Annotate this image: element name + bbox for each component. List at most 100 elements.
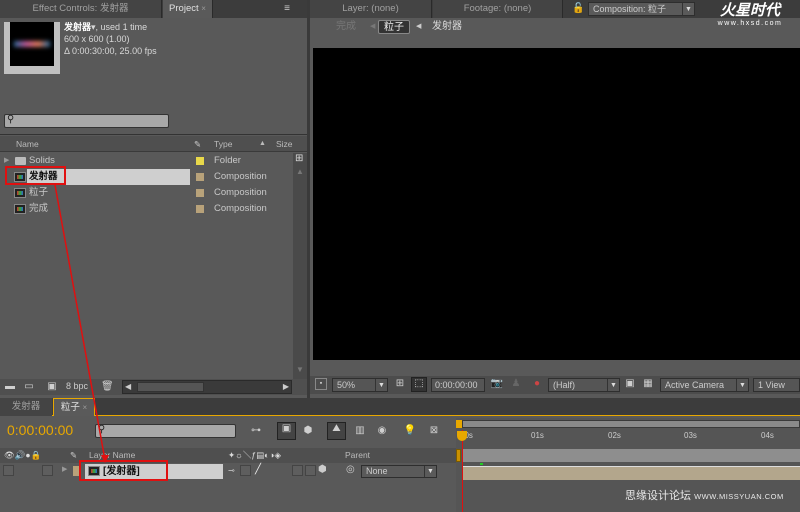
- camera-view-dropdown[interactable]: Active Camera ▼: [660, 378, 749, 392]
- panel-menu-icon[interactable]: ≡: [280, 3, 294, 15]
- frame-blending-icon[interactable]: ▥: [352, 425, 368, 437]
- watermark-url: WWW.MISSYUAN.COM: [694, 492, 784, 501]
- scroll-up-icon[interactable]: ▲: [296, 167, 304, 176]
- project-search-input[interactable]: ⚲: [4, 114, 169, 128]
- transparency-grid-icon[interactable]: ▦: [642, 378, 654, 390]
- layer-column-header: 👁🔊●🔒 ✎ Layer Name ✦☼＼ƒ▤◐◑◈ Parent: [0, 448, 456, 463]
- close-icon[interactable]: ×: [82, 403, 87, 412]
- composition-icon: [14, 204, 26, 214]
- viewer-toolbar: ▪ 50% ▼ ⊞ ⬚ 0:00:00:00 📷 ♟ ● (Half) ▼ ▣ …: [310, 376, 800, 394]
- motion-blur-icon[interactable]: ◉: [374, 425, 390, 437]
- composition-mini-flowchart-icon[interactable]: ⊶: [246, 425, 266, 437]
- close-icon[interactable]: ×: [201, 4, 206, 13]
- composition-selector[interactable]: Composition: 粒子 ▼: [588, 2, 695, 16]
- views-value: 1 View: [758, 380, 785, 390]
- label-tag-icon[interactable]: ✎: [194, 136, 201, 152]
- current-time-field[interactable]: 0:00:00:00: [431, 378, 485, 392]
- search-icon: ⚲: [7, 114, 15, 125]
- playhead-handle[interactable]: [457, 431, 467, 441]
- scroll-thumb[interactable]: [137, 382, 204, 392]
- scroll-left-icon[interactable]: ◀: [125, 382, 131, 391]
- time-navigator-bar[interactable]: [462, 449, 800, 462]
- lock-icon[interactable]: 🔓: [572, 3, 584, 14]
- tab-footage[interactable]: Footage: (none): [433, 0, 563, 18]
- chevron-down-icon: ▼: [736, 379, 748, 391]
- toggle-mask-icon[interactable]: ⬚: [411, 377, 427, 392]
- layer-duration-bar[interactable]: [463, 466, 800, 480]
- work-area-bar[interactable]: [462, 420, 800, 428]
- interpret-footage-icon[interactable]: ▬: [3, 381, 17, 393]
- parent-value: None: [366, 466, 388, 476]
- channels-icon[interactable]: ●: [530, 378, 544, 390]
- shy-switch[interactable]: ⊸: [228, 466, 235, 475]
- column-name[interactable]: Name: [16, 136, 39, 152]
- project-vertical-scrollbar[interactable]: ⊞ ▲ ▼: [293, 153, 307, 379]
- label-color-swatch[interactable]: [196, 173, 204, 181]
- lock-toggle[interactable]: [42, 465, 53, 476]
- expand-arrow-icon[interactable]: ▶: [62, 465, 67, 473]
- preview-duration: Δ 0:00:30:00, 25.00 fps: [64, 46, 157, 56]
- tab-layer[interactable]: Layer: (none): [310, 0, 432, 18]
- project-item-complete[interactable]: 完成 Composition: [0, 201, 292, 217]
- layer-row[interactable]: ▶ [发射器] ⊸ ╱ ⬢ ◎ None ▼: [0, 464, 456, 479]
- column-type[interactable]: Type: [214, 136, 232, 152]
- label-color-swatch[interactable]: [196, 205, 204, 213]
- column-size[interactable]: Size: [276, 136, 293, 152]
- hide-shy-layers-icon[interactable]: ⛰: [327, 422, 346, 440]
- grid-guides-icon[interactable]: ⊞: [394, 378, 406, 390]
- pick-whip-icon[interactable]: ◎: [346, 464, 355, 475]
- tab-effect-controls[interactable]: Effect Controls: 发射器: [0, 0, 162, 18]
- resolution-value: (Half): [553, 380, 575, 390]
- tab-timeline-particles[interactable]: 粒子 ×: [53, 398, 95, 416]
- work-area-start-handle[interactable]: [456, 420, 462, 428]
- view-layout-dropdown[interactable]: 1 View: [753, 378, 800, 392]
- graph-editor-icon[interactable]: ⊠: [425, 425, 443, 437]
- project-item-particles[interactable]: 粒子 Composition: [0, 185, 292, 201]
- resolution-dropdown[interactable]: (Half) ▼: [548, 378, 620, 392]
- adjustment-switch[interactable]: [305, 465, 316, 476]
- parent-dropdown[interactable]: None ▼: [361, 465, 437, 478]
- composition-canvas[interactable]: [313, 48, 800, 360]
- column-parent[interactable]: Parent: [345, 448, 370, 463]
- trash-icon[interactable]: 🗑: [101, 381, 114, 393]
- new-folder-icon[interactable]: ▭: [22, 381, 36, 393]
- 3d-layer-switch[interactable]: ⬢: [318, 464, 327, 475]
- breadcrumb-item[interactable]: 发射器: [432, 18, 462, 36]
- tab-label: Footage: (none): [463, 3, 532, 14]
- live-update-icon[interactable]: ▣: [277, 422, 296, 440]
- brainstorm-icon[interactable]: 💡: [402, 425, 418, 437]
- timeline-search-input[interactable]: ⚲: [95, 424, 236, 438]
- magnification-dropdown[interactable]: 50% ▼: [332, 378, 388, 392]
- scroll-right-icon[interactable]: ▶: [283, 382, 289, 391]
- motion-blur-switch[interactable]: [292, 465, 303, 476]
- show-snapshot-icon[interactable]: ♟: [511, 378, 521, 390]
- collapse-switch[interactable]: [240, 465, 251, 476]
- tab-label: 粒子: [60, 402, 80, 413]
- scroll-down-icon[interactable]: ▼: [296, 365, 304, 374]
- project-horizontal-scrollbar[interactable]: ◀ ▶: [122, 380, 292, 394]
- tab-timeline-emitter[interactable]: 发射器: [0, 398, 52, 416]
- always-preview-icon[interactable]: ▪: [315, 378, 327, 390]
- current-time-indicator[interactable]: [462, 430, 463, 512]
- preview-dimensions: 600 x 600 (1.00): [64, 34, 130, 44]
- chevron-down-icon: ▼: [682, 3, 694, 15]
- navigator-start-handle[interactable]: [456, 449, 461, 462]
- camera-value: Active Camera: [665, 380, 725, 390]
- timeline-current-time[interactable]: 0:00:00:00: [7, 422, 73, 438]
- bit-depth-button[interactable]: 8 bpc: [66, 381, 88, 391]
- new-composition-icon[interactable]: ▣: [45, 381, 59, 393]
- flowchart-icon[interactable]: ⊞: [295, 153, 303, 164]
- tab-project[interactable]: Project ×: [163, 0, 213, 18]
- video-toggle[interactable]: [3, 465, 14, 476]
- label-color-swatch[interactable]: [196, 189, 204, 197]
- label-color-swatch[interactable]: [196, 157, 204, 165]
- breadcrumb-item-active[interactable]: 粒子: [378, 20, 410, 34]
- quality-switch[interactable]: ╱: [255, 464, 261, 475]
- snapshot-camera-icon[interactable]: 📷: [490, 378, 504, 390]
- region-of-interest-icon[interactable]: ▣: [624, 378, 636, 390]
- watermark-brand: 火星时代: [719, 2, 780, 19]
- breadcrumb-arrow-icon: ◀: [416, 23, 422, 30]
- timeline-panel: 发射器 粒子 × 0:00:00:00 ⚲ ⊶ ▣ ⬢ ⛰ ▥ ◉ 💡 ⊠ 👁🔊…: [0, 398, 800, 512]
- draft-3d-icon[interactable]: ⬢: [300, 425, 316, 437]
- breadcrumb-item[interactable]: 完成: [336, 18, 356, 36]
